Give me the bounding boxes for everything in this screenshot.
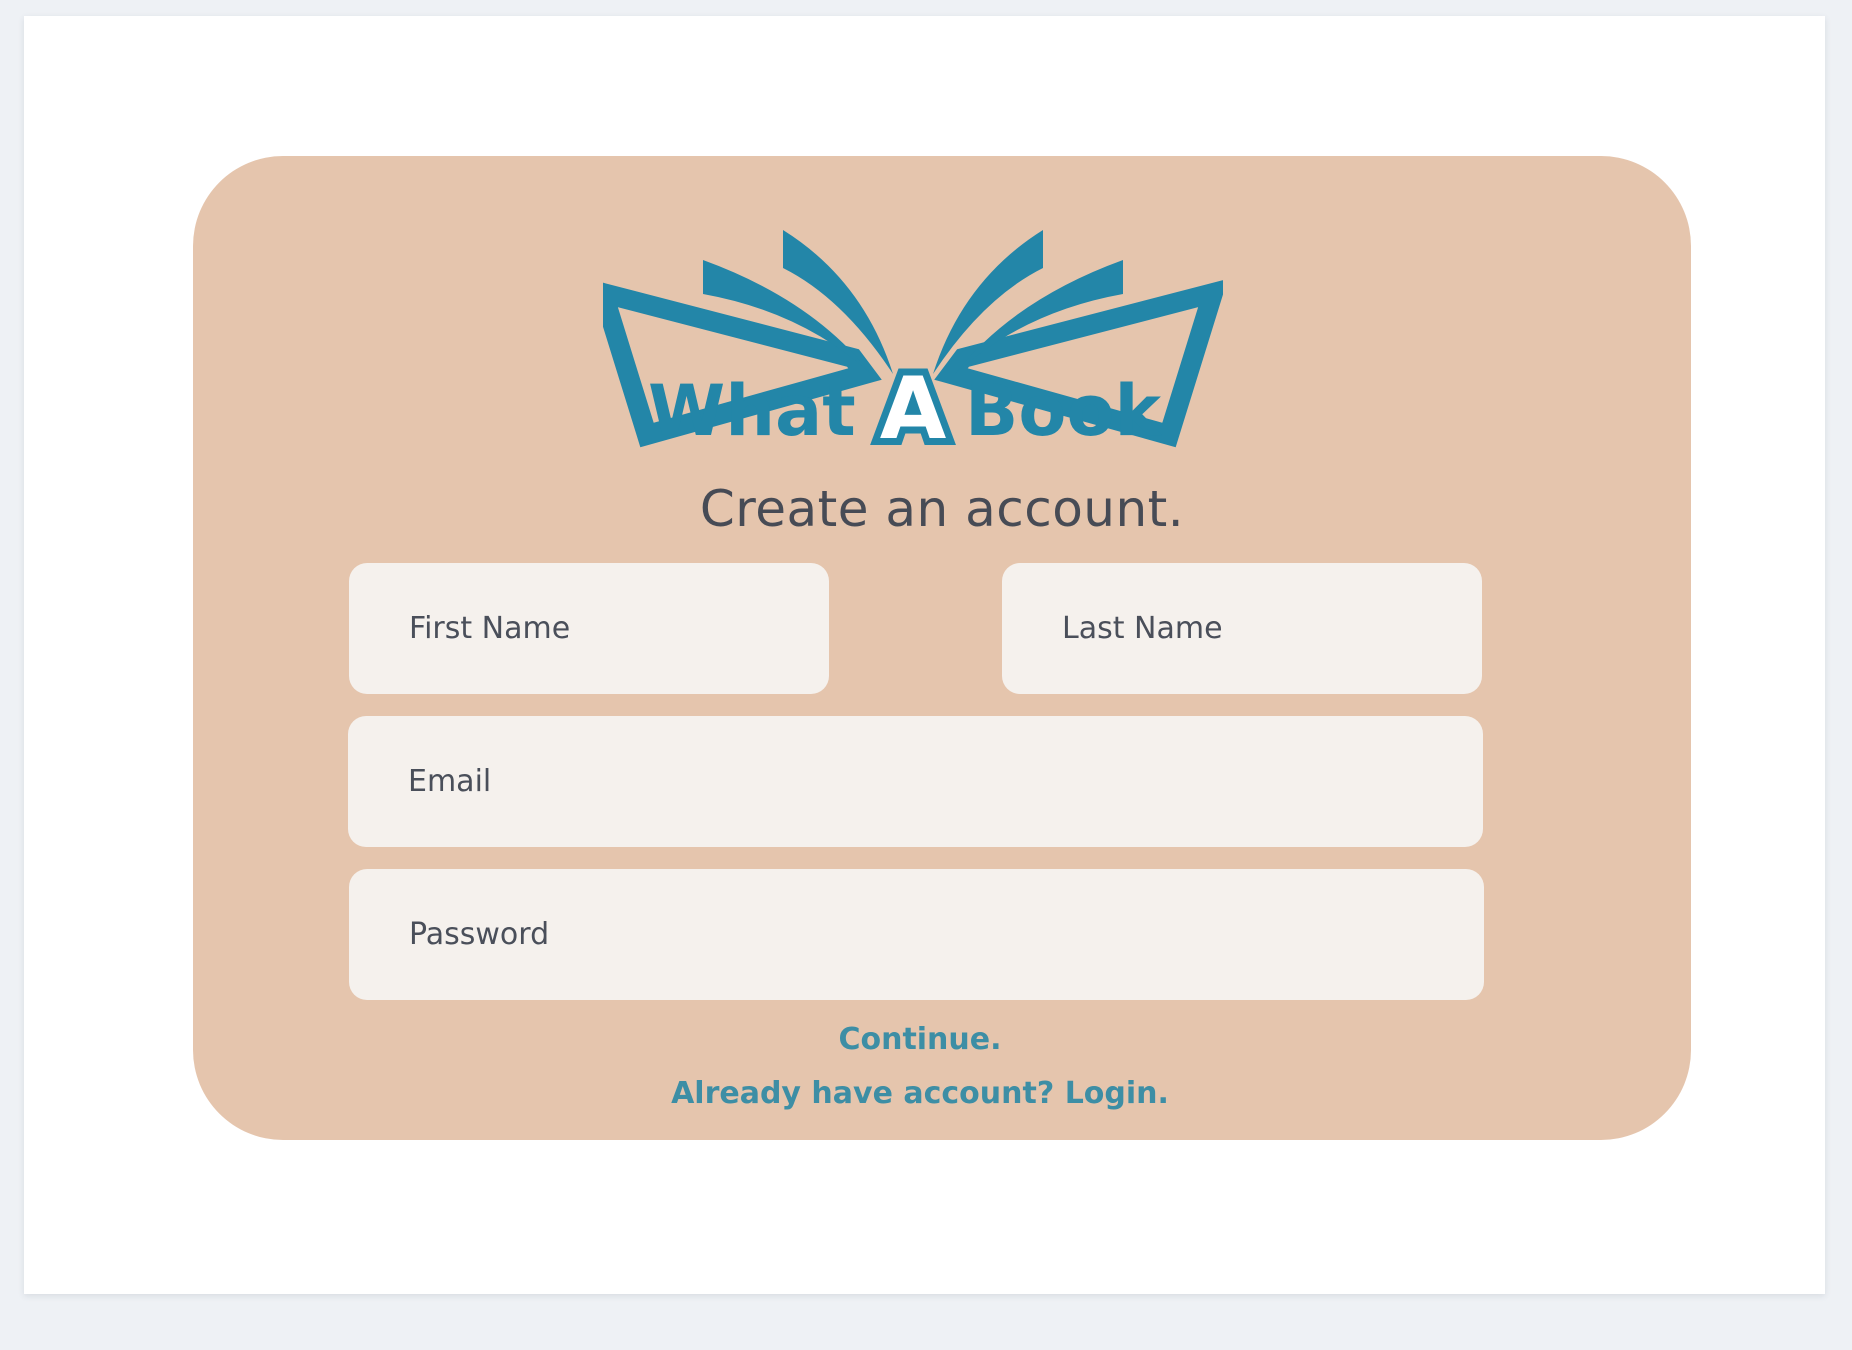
last-name-input[interactable]: Last Name xyxy=(1002,563,1482,694)
password-placeholder: Password xyxy=(409,917,550,952)
email-placeholder: Email xyxy=(408,764,492,799)
first-name-input[interactable]: First Name xyxy=(349,563,829,694)
first-name-placeholder: First Name xyxy=(409,611,571,646)
password-input[interactable]: Password xyxy=(349,869,1484,1000)
logo-word-what: What xyxy=(648,370,856,450)
continue-button[interactable]: Continue. xyxy=(171,1022,1669,1057)
signup-card: What A Book Create an account. First Nam… xyxy=(193,156,1691,1140)
login-link[interactable]: Already have account? Login. xyxy=(171,1076,1669,1111)
whatabook-logo: What A Book xyxy=(603,230,1223,450)
last-name-placeholder: Last Name xyxy=(1062,611,1223,646)
page-title: Create an account. xyxy=(699,480,1185,538)
logo-word-a: A xyxy=(880,359,947,450)
email-input[interactable]: Email xyxy=(348,716,1483,847)
page-container: What A Book Create an account. First Nam… xyxy=(24,16,1825,1294)
logo-word-book: Book xyxy=(965,370,1163,450)
